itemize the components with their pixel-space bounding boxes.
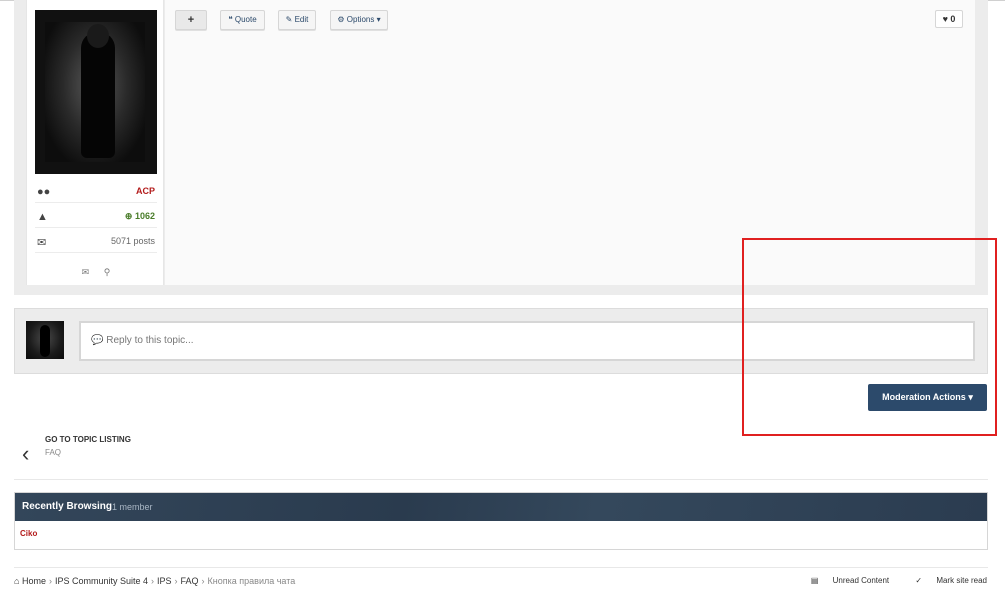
unread-content-link[interactable]: ▤ Unread Content xyxy=(799,576,889,585)
author-reputation: ⊕ 1062 xyxy=(124,211,155,221)
multiquote-button[interactable]: + xyxy=(175,10,207,30)
recently-browsing-title: Recently Browsing xyxy=(22,501,113,512)
group-icon: ●● xyxy=(37,186,51,198)
thumbs-up-icon: ▲ xyxy=(37,211,48,223)
options-button[interactable]: ⚙ Options ▾ xyxy=(330,10,388,30)
footer-divider xyxy=(14,567,988,568)
comment-icon: 💬 xyxy=(91,335,104,346)
breadcrumb-ips[interactable]: IPS xyxy=(157,576,172,586)
moderation-actions-button[interactable]: Moderation Actions ▾ xyxy=(868,384,987,411)
search-icon[interactable]: ⚲ xyxy=(104,267,111,277)
breadcrumb-suite[interactable]: IPS Community Suite 4 xyxy=(55,576,148,586)
mark-site-read-link[interactable]: ✓ Mark site read xyxy=(903,576,987,585)
user-avatar[interactable] xyxy=(26,321,64,359)
breadcrumb: ⌂ Home › IPS Community Suite 4 › IPS › FAQ › Кно… xyxy=(14,576,296,586)
author-posts-row: ✉ 5071 posts xyxy=(35,231,157,253)
footer-links: ▤ Unread Content ✓ Mark site read xyxy=(787,576,987,585)
message-icon[interactable]: ✉ xyxy=(82,267,90,277)
member-link[interactable]: Ciko xyxy=(20,529,37,538)
breadcrumb-current: Кнопка правила чата xyxy=(207,576,296,586)
like-button[interactable]: ♥ 0 xyxy=(935,10,963,28)
author-column: ●● ACP ▲ ⊕ 1062 ✉ 5071 posts ✉ ⚲ xyxy=(26,0,164,285)
check-icon: ✓ xyxy=(915,576,923,585)
recently-browsing-panel: Recently Browsing 1 member Ciko xyxy=(14,492,988,550)
author-avatar[interactable] xyxy=(35,10,157,174)
goto-subtitle: FAQ xyxy=(45,448,62,457)
section-divider xyxy=(14,479,988,480)
recently-browsing-count: 1 member xyxy=(112,502,153,512)
author-posts: 5071 posts xyxy=(110,236,155,246)
envelope-icon: ✉ xyxy=(37,237,47,249)
caret-down-icon: ▾ xyxy=(968,392,973,402)
edit-icon: ✎ xyxy=(285,15,293,24)
quote-button[interactable]: ❝ Quote xyxy=(220,10,265,30)
gear-icon: ⚙ xyxy=(337,15,345,24)
author-group-row: ●● ACP xyxy=(35,181,157,203)
goto-title[interactable]: GO TO TOPIC LISTING xyxy=(45,435,131,444)
go-to-topic-listing[interactable]: ‹ GO TO TOPIC LISTING FAQ xyxy=(20,433,320,469)
home-icon: ⌂ xyxy=(14,576,20,586)
recently-browsing-header: Recently Browsing 1 member xyxy=(15,493,987,521)
edit-button[interactable]: ✎ Edit xyxy=(278,10,316,30)
quote-icon: ❝ xyxy=(228,15,233,24)
author-group: ACP xyxy=(135,186,155,196)
author-actions: ✉ ⚲ xyxy=(27,267,165,278)
heart-icon: ♥ xyxy=(942,14,948,24)
unread-icon: ▤ xyxy=(810,576,819,585)
caret-down-icon: ▾ xyxy=(376,15,381,24)
breadcrumb-home[interactable]: Home xyxy=(22,576,46,586)
chevron-left-icon: ‹ xyxy=(22,441,30,466)
reply-input[interactable]: 💬 Reply to this topic... xyxy=(79,321,975,361)
reply-panel: 💬 Reply to this topic... xyxy=(14,308,988,374)
post-content xyxy=(165,0,975,285)
author-reputation-row: ▲ ⊕ 1062 xyxy=(35,206,157,228)
breadcrumb-faq[interactable]: FAQ xyxy=(181,576,199,586)
